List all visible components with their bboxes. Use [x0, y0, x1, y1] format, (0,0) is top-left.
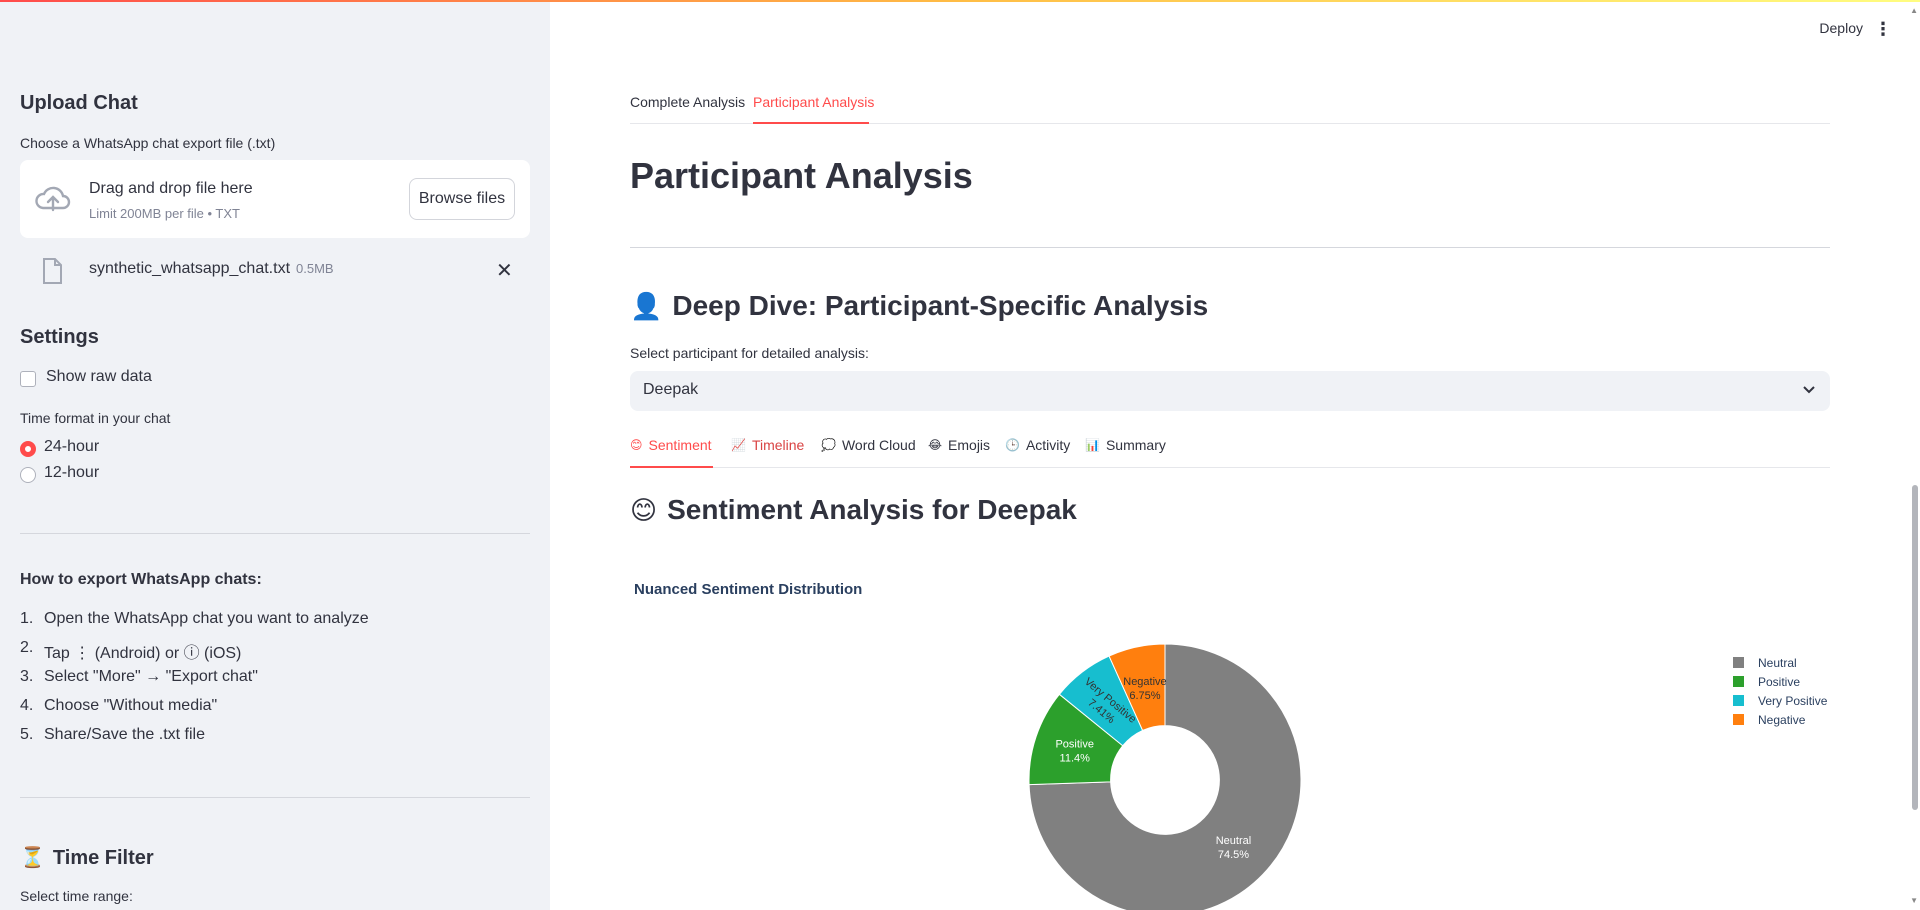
show-raw-data-checkbox[interactable] [20, 371, 36, 387]
legend-swatch [1733, 695, 1744, 706]
dropzone-title: Drag and drop file here [89, 180, 253, 197]
smile-icon: 😊 [630, 494, 658, 525]
sidebar-divider [20, 797, 530, 798]
subtab-word-cloud[interactable]: 💭 Word Cloud [821, 437, 916, 453]
file-icon [43, 258, 62, 284]
list-item: 1. Open the WhatsApp chat you want to ana… [20, 610, 369, 627]
settings-title: Settings [20, 326, 99, 348]
legend-item[interactable]: Negative [1733, 710, 1827, 729]
time-format-label: Time format in your chat [20, 410, 171, 426]
participant-select[interactable]: Deepak [630, 371, 1830, 411]
file-dropzone[interactable]: Drag and drop file here Limit 200MB per … [20, 160, 530, 238]
uploaded-file-row: synthetic_whatsapp_chat.txt 0.5MB ✕ [20, 252, 530, 292]
radio-12-hour[interactable] [20, 467, 36, 483]
time-range-label: Select time range: [20, 888, 133, 904]
thought-balloon-icon: 💭 [821, 438, 836, 452]
chart-legend: Neutral Positive Very Positive Negative [1733, 653, 1827, 729]
participant-select-label: Select participant for detailed analysis… [630, 345, 869, 361]
list-item: 4. Choose "Without media" [20, 697, 218, 714]
participant-select-value: Deepak [643, 381, 699, 398]
active-tab-indicator [753, 122, 869, 124]
scroll-up-arrow-icon[interactable]: ▲ [1910, 6, 1918, 15]
upload-title: Upload Chat [20, 92, 138, 114]
file-size: 0.5MB [296, 261, 334, 276]
smile-icon: 😊 [630, 438, 643, 452]
legend-item[interactable]: Neutral [1733, 653, 1827, 672]
subtab-sentiment[interactable]: 😊 Sentiment [630, 437, 712, 453]
chevron-down-icon [1803, 386, 1815, 394]
legend-item[interactable]: Very Positive [1733, 691, 1827, 710]
chart-increasing-icon: 📈 [731, 438, 746, 452]
kebab-icon[interactable]: ⋮ [1874, 20, 1892, 38]
tab-participant-analysis[interactable]: Participant Analysis [753, 94, 874, 110]
file-name-text: synthetic_whatsapp_chat.txt [89, 260, 291, 277]
uploaded-file-name: synthetic_whatsapp_chat.txt 0.5MB [89, 260, 334, 278]
clock-icon: 🕒 [1005, 438, 1020, 452]
subtab-emojis[interactable]: 😂 Emojis [928, 437, 990, 453]
browse-files-button[interactable]: Browse files [409, 178, 515, 220]
sidebar: Upload Chat Choose a WhatsApp chat expor… [0, 0, 550, 910]
list-item: 5. Share/Save the .txt file [20, 726, 205, 743]
radio-12-hour-label: 12-hour [44, 464, 100, 481]
laughing-emoji-icon: 😂 [928, 438, 943, 452]
list-item: 3. Select "More" → "Export chat" [20, 668, 258, 685]
legend-swatch [1733, 714, 1744, 725]
person-icon: 👤 [630, 290, 663, 321]
subtab-activity[interactable]: 🕒 Activity [1005, 437, 1070, 453]
legend-swatch [1733, 657, 1744, 668]
cloud-upload-icon [35, 186, 71, 212]
page-title: Participant Analysis [630, 155, 973, 196]
scroll-down-arrow-icon[interactable]: ▼ [1910, 896, 1918, 905]
uploader-label: Choose a WhatsApp chat export file (.txt… [20, 135, 276, 151]
page-scrollbar[interactable] [1912, 485, 1918, 810]
subtab-timeline[interactable]: 📈 Timeline [731, 437, 804, 453]
chart-title: Nuanced Sentiment Distribution [634, 581, 863, 598]
section-divider [630, 247, 1830, 248]
how-to-export-title: How to export WhatsApp chats: [20, 571, 262, 588]
deploy-button[interactable]: Deploy [1819, 20, 1863, 36]
legend-label: Neutral [1758, 655, 1797, 670]
legend-label: Very Positive [1758, 693, 1828, 708]
legend-label: Negative [1758, 712, 1806, 727]
main-tabs: Complete Analysis Participant Analysis [630, 92, 1830, 124]
sidebar-divider [20, 533, 530, 534]
dropzone-limit: Limit 200MB per file • TXT [89, 206, 240, 221]
bar-chart-icon: 📊 [1085, 438, 1100, 452]
legend-label: Positive [1758, 674, 1801, 689]
remove-file-close-icon[interactable]: ✕ [496, 258, 513, 283]
sentiment-donut-chart: Neutral 74.5%Positive 11.4%Very Positive7.… [1028, 643, 1302, 910]
active-subtab-indicator [630, 466, 713, 468]
export-steps-list: 1. Open the WhatsApp chat you want to ana… [20, 610, 369, 755]
time-filter-title: ⏳ Time Filter [20, 847, 154, 869]
list-item: 2. Tap ⋮ (Android) or ⓘ (iOS) [20, 639, 242, 662]
radio-24-hour[interactable] [20, 441, 36, 457]
participant-subtabs: 😊 Sentiment 📈 Timeline 💭 Word Cloud 😂 Emojis… [630, 430, 1830, 468]
deep-dive-heading: 👤 Deep Dive: Participant-Specific Analysi… [630, 290, 1209, 321]
top-decoration-bar [0, 0, 1920, 2]
tab-complete-analysis[interactable]: Complete Analysis [630, 94, 745, 110]
app-header-actions: Deploy ⋮ [1620, 0, 1920, 60]
legend-swatch [1733, 676, 1744, 687]
legend-item[interactable]: Positive [1733, 672, 1827, 691]
show-raw-data-label: Show raw data [46, 368, 152, 385]
sentiment-heading: 😊 Sentiment Analysis for Deepak [630, 494, 1077, 525]
radio-24-hour-label: 24-hour [44, 438, 100, 455]
hourglass-icon: ⏳ [20, 847, 45, 869]
subtab-summary[interactable]: 📊 Summary [1085, 437, 1166, 453]
